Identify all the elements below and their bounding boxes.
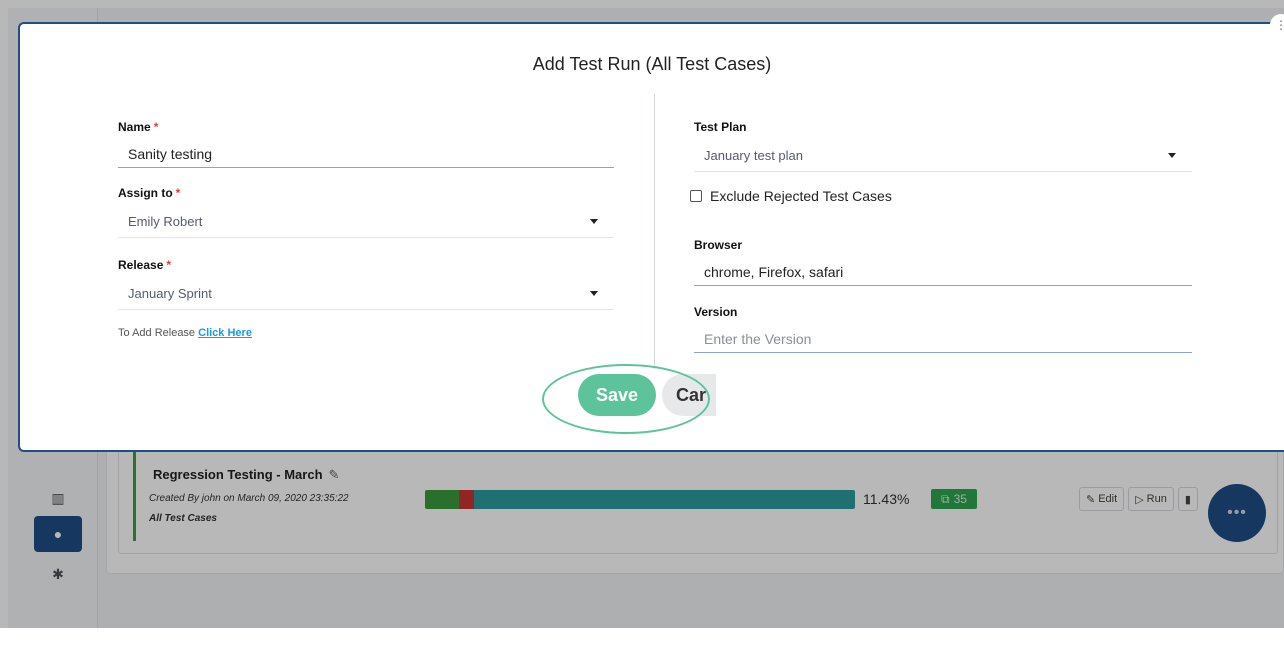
release-value: January Sprint xyxy=(128,286,212,301)
required-marker: * xyxy=(166,258,172,272)
exclude-rejected-checkbox[interactable] xyxy=(690,190,702,202)
add-test-run-modal: Add Test Run (All Test Cases) Name* Assi… xyxy=(18,22,1284,452)
assign-to-label: Assign to * xyxy=(118,186,180,200)
save-highlight-ring xyxy=(542,364,710,434)
name-label-text: Name xyxy=(118,120,151,134)
release-label: Release * xyxy=(118,258,171,272)
version-label: Version xyxy=(694,305,738,319)
exclude-rejected-row[interactable]: Exclude Rejected Test Cases xyxy=(690,188,892,204)
chevron-down-icon xyxy=(590,291,598,296)
version-input[interactable] xyxy=(694,325,1192,353)
assign-to-value: Emily Robert xyxy=(128,214,203,229)
required-marker: * xyxy=(175,186,181,200)
assign-to-label-text: Assign to xyxy=(118,186,173,200)
name-label: Name * xyxy=(118,120,158,134)
browser-label: Browser xyxy=(694,238,743,252)
column-divider xyxy=(654,94,655,369)
release-label-text: Release xyxy=(118,258,164,272)
browser-input[interactable] xyxy=(694,258,1192,286)
test-plan-select[interactable]: January test plan xyxy=(694,140,1192,172)
chevron-down-icon xyxy=(590,219,598,224)
add-release-link[interactable]: Click Here xyxy=(198,327,252,339)
chevron-down-icon xyxy=(1168,153,1176,158)
exclude-rejected-label: Exclude Rejected Test Cases xyxy=(710,188,892,204)
required-marker: * xyxy=(153,120,159,134)
add-release-hint: To Add Release Click Here xyxy=(118,327,252,339)
test-plan-label: Test Plan xyxy=(694,120,747,134)
assign-to-select[interactable]: Emily Robert xyxy=(118,206,614,238)
test-plan-value: January test plan xyxy=(704,148,804,163)
add-release-text: To Add Release xyxy=(118,327,196,339)
modal-title: Add Test Run (All Test Cases) xyxy=(532,54,772,74)
release-select[interactable]: January Sprint xyxy=(118,278,614,310)
page-footer xyxy=(0,628,1284,672)
name-input[interactable] xyxy=(118,140,614,168)
